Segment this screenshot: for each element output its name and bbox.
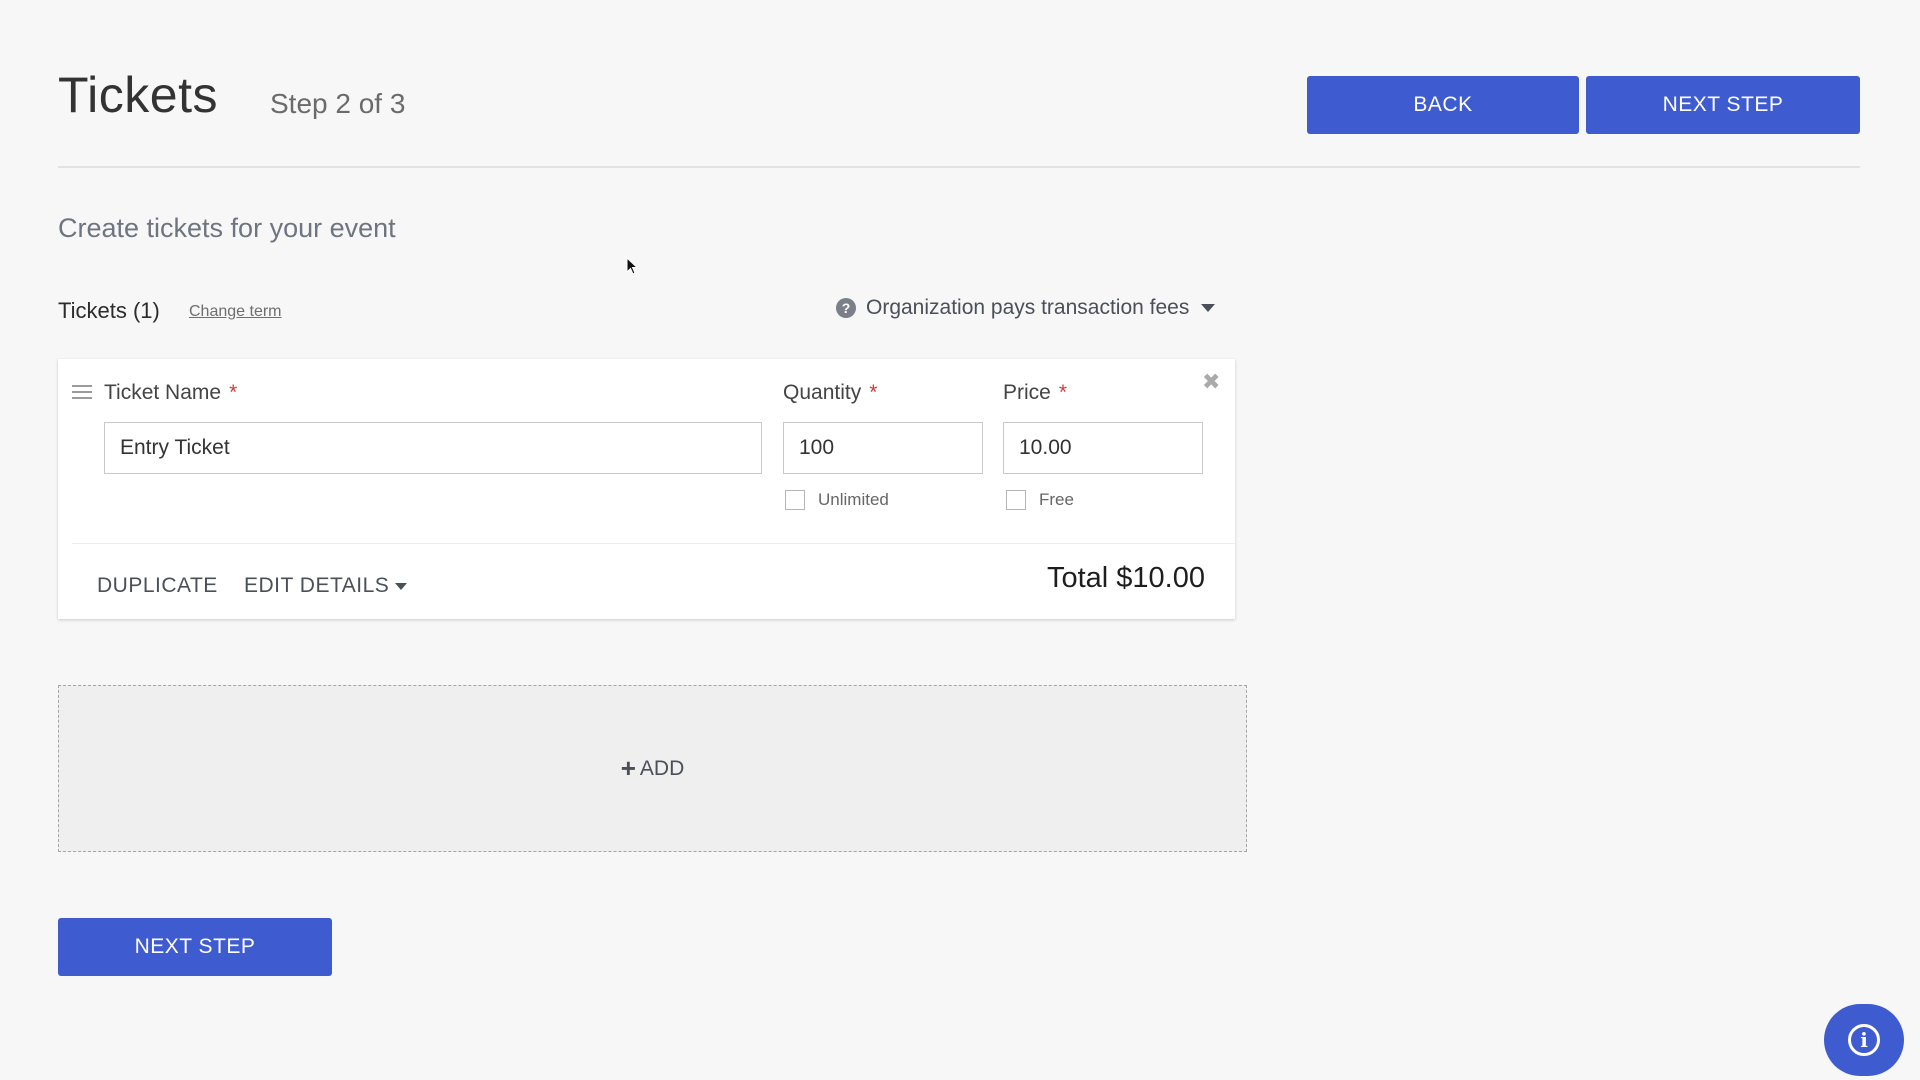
transaction-fee-dropdown[interactable]: ? Organization pays transaction fees	[836, 296, 1216, 320]
chevron-down-icon	[1201, 304, 1216, 312]
ticket-name-label: Ticket Name *	[104, 381, 238, 404]
required-mark: *	[229, 381, 238, 404]
required-mark: *	[869, 381, 878, 404]
price-input[interactable]	[1003, 422, 1203, 474]
free-checkbox-box[interactable]	[1006, 490, 1026, 510]
quantity-input[interactable]	[783, 422, 983, 474]
unlimited-checkbox[interactable]: Unlimited	[785, 490, 889, 510]
back-button[interactable]: BACK	[1307, 76, 1579, 134]
edit-details-button[interactable]: EDIT DETAILS	[244, 574, 408, 598]
free-label: Free	[1039, 490, 1074, 509]
duplicate-button[interactable]: DUPLICATE	[97, 574, 218, 598]
page-header: Tickets Step 2 of 3 BACK NEXT STEP	[58, 60, 1860, 168]
chevron-down-icon	[395, 582, 408, 590]
tickets-count-heading: Tickets (1)	[58, 298, 160, 323]
mouse-cursor-icon	[626, 257, 638, 275]
price-label: Price *	[1003, 381, 1068, 404]
ticket-card: Ticket Name* Quantity* Unlimited Price* …	[58, 359, 1235, 619]
section-subtitle: Create tickets for your event	[58, 213, 396, 243]
page-title: Tickets	[58, 67, 218, 123]
ticket-name-input[interactable]	[104, 422, 762, 474]
change-term-link[interactable]: Change term	[189, 303, 282, 321]
card-divider	[72, 543, 1235, 544]
info-help-button[interactable]: i	[1824, 1004, 1904, 1076]
add-ticket-button[interactable]: + ADD	[58, 685, 1247, 852]
close-icon[interactable]: ✖	[1202, 369, 1220, 395]
next-step-button-top[interactable]: NEXT STEP	[1586, 76, 1860, 134]
edit-details-label: EDIT DETAILS	[244, 574, 390, 597]
step-indicator: Step 2 of 3	[270, 88, 406, 119]
quantity-label: Quantity *	[783, 381, 878, 404]
plus-icon: +	[620, 753, 636, 783]
add-label: ADD	[639, 756, 685, 780]
ticket-total: Total $10.00	[1046, 562, 1205, 594]
next-step-button-bottom[interactable]: NEXT STEP	[58, 918, 332, 976]
unlimited-checkbox-box[interactable]	[785, 490, 805, 510]
info-icon: i	[1848, 1024, 1880, 1056]
free-checkbox[interactable]: Free	[1006, 490, 1074, 510]
drag-handle-icon[interactable]	[72, 385, 92, 403]
help-icon[interactable]: ?	[836, 298, 856, 318]
fee-option-label: Organization pays transaction fees	[866, 296, 1190, 319]
required-mark: *	[1058, 381, 1068, 404]
unlimited-label: Unlimited	[818, 490, 889, 509]
